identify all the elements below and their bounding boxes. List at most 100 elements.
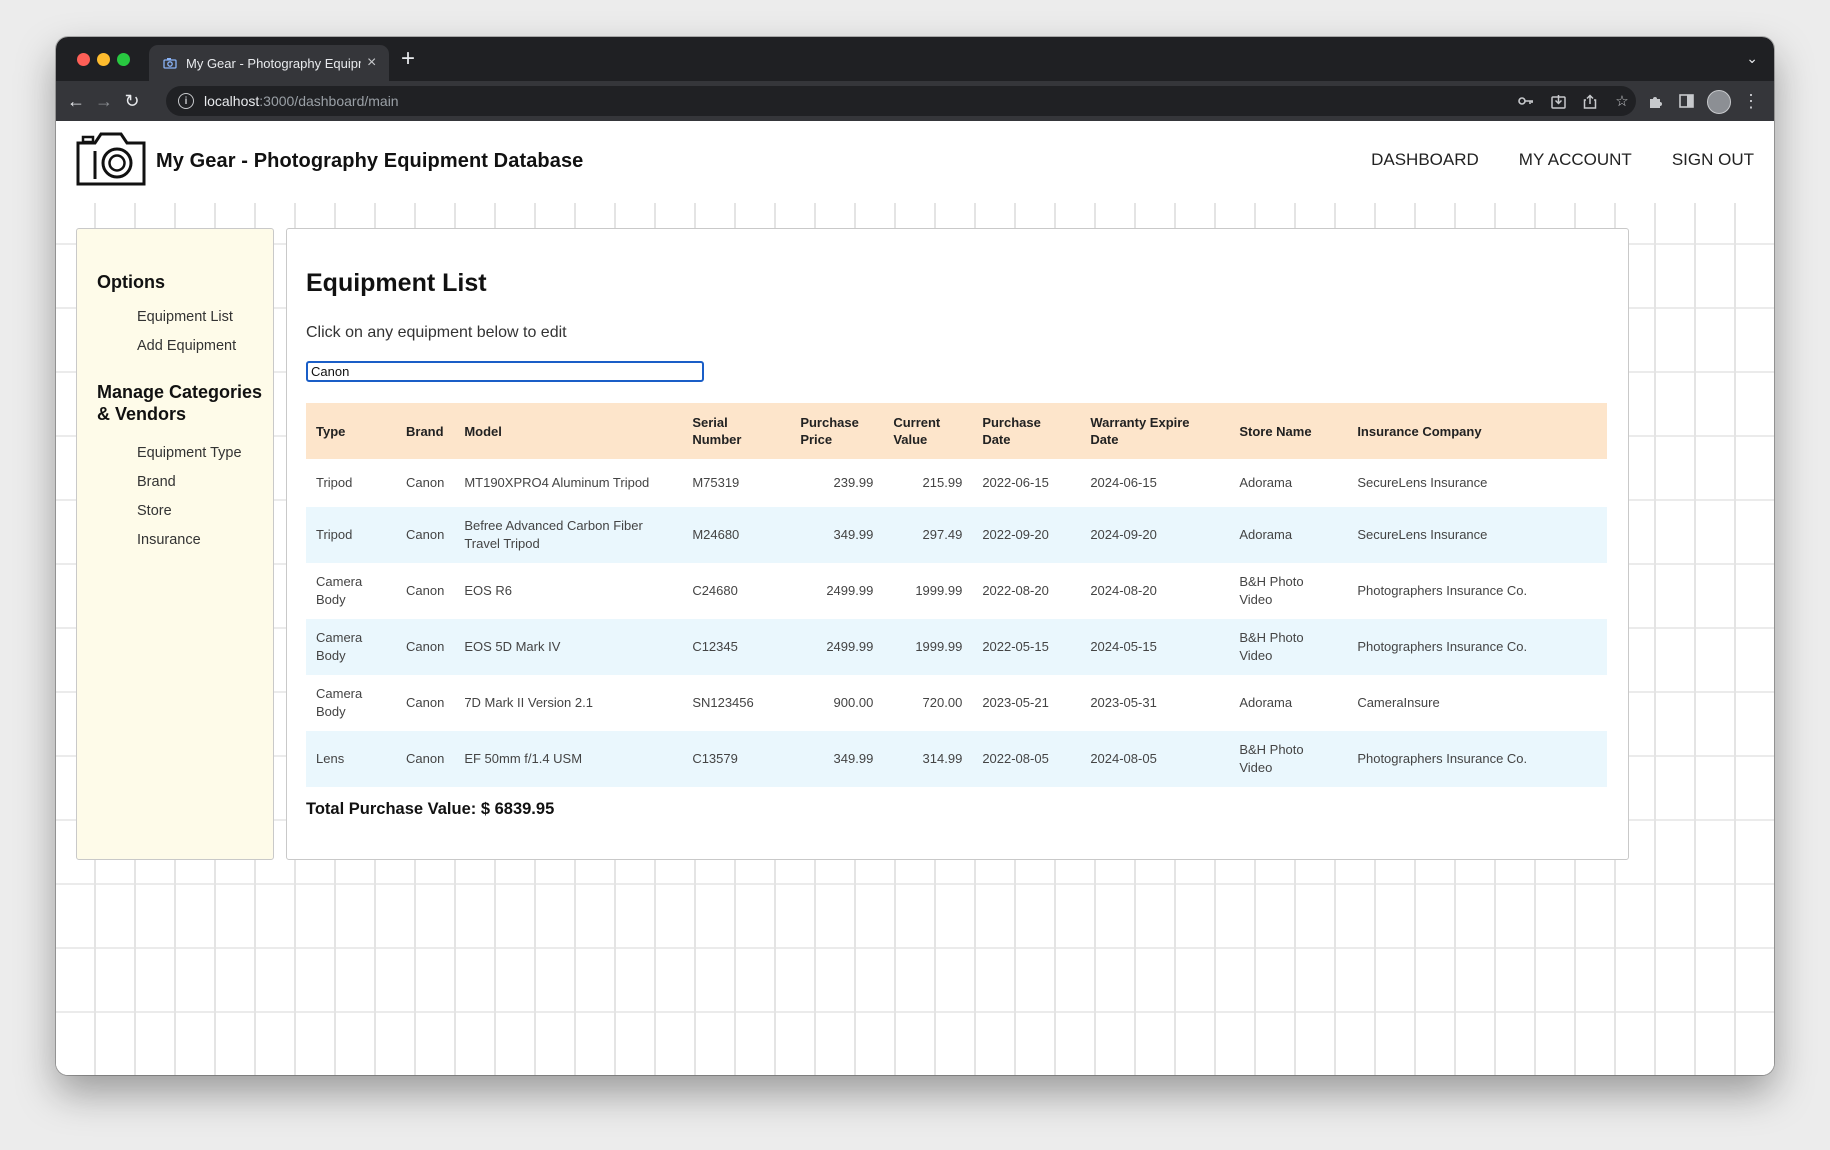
side-panel-icon[interactable]: [1676, 91, 1696, 111]
address-bar[interactable]: i localhost:3000/dashboard/main ☆: [166, 86, 1636, 116]
cell-purchase-price: 2499.99: [826, 583, 874, 598]
site-title: My Gear - Photography Equipment Database: [156, 150, 584, 172]
sidebar-item-brand[interactable]: Brand: [137, 474, 176, 490]
sidebar-item-equipment-list[interactable]: Equipment List: [137, 309, 233, 325]
new-tab-icon[interactable]: +: [401, 45, 415, 73]
sidebar-item-insurance[interactable]: Insurance: [137, 532, 201, 548]
maximize-window-button[interactable]: [117, 53, 130, 66]
cell-insurance: Photographers Insurance Co.: [1357, 639, 1528, 654]
col-purchase-price-header[interactable]: Purchase Price: [790, 403, 883, 459]
cell-model: EF 50mm f/1.4 USM: [464, 751, 583, 766]
cell-current-value: 720.00: [922, 695, 963, 710]
key-icon[interactable]: [1516, 91, 1536, 111]
cell-brand: Canon: [406, 583, 445, 598]
nav-dashboard[interactable]: DASHBOARD: [1371, 150, 1479, 170]
col-model-header[interactable]: Model: [454, 403, 682, 459]
table-row[interactable]: Lens Canon EF 50mm f/1.4 USM C13579 349.99 31…: [306, 731, 1607, 787]
minimize-window-button[interactable]: [97, 53, 110, 66]
options-heading: Options: [97, 272, 165, 292]
reload-icon[interactable]: ↻: [120, 89, 144, 113]
search-input[interactable]: [306, 361, 704, 382]
site-info-icon[interactable]: i: [178, 93, 194, 109]
table-row[interactable]: Camera Body Canon EOS R6 C24680 2499.99 1999.…: [306, 563, 1607, 619]
cell-model: EOS 5D Mark IV: [464, 639, 561, 654]
sidebar: Options Equipment List Add Equipment Man…: [76, 228, 274, 860]
cell-current-value: 215.99: [922, 475, 963, 490]
table-header-row: Type Brand Model Serial Number Purchase …: [306, 403, 1607, 459]
col-purchase-date-header[interactable]: Purchase Date: [972, 403, 1080, 459]
cell-serial: SN123456: [692, 695, 754, 710]
cell-store: B&H Photo Video: [1239, 742, 1304, 775]
camera-logo-icon[interactable]: [75, 129, 147, 187]
back-arrow-icon[interactable]: ←: [64, 89, 88, 113]
cell-purchase-price: 239.99: [833, 475, 874, 490]
cell-serial: C12345: [692, 639, 738, 654]
col-store-header[interactable]: Store Name: [1229, 403, 1347, 459]
nav-my-account[interactable]: MY ACCOUNT: [1519, 150, 1632, 170]
cell-insurance: Photographers Insurance Co.: [1357, 751, 1528, 766]
col-serial-header[interactable]: Serial Number: [682, 403, 790, 459]
cell-insurance: SecureLens Insurance: [1357, 527, 1488, 542]
cell-serial: M24680: [692, 527, 740, 542]
tab-search-chevron-icon[interactable]: ⌄: [1746, 50, 1758, 67]
col-warranty-header[interactable]: Warranty Expire Date: [1080, 403, 1229, 459]
cell-warranty: 2024-08-20: [1090, 583, 1157, 598]
manage-heading-line1: Manage Categories: [97, 382, 263, 402]
close-window-button[interactable]: [77, 53, 90, 66]
cell-model: EOS R6: [464, 583, 512, 598]
browser-menu-icon[interactable]: ⋮: [1741, 91, 1761, 111]
cell-brand: Canon: [406, 695, 445, 710]
cell-current-value: 314.99: [922, 751, 963, 766]
main-panel: Equipment List Click on any equipment be…: [286, 228, 1629, 860]
table-row[interactable]: Camera Body Canon 7D Mark II Version 2.1 SN…: [306, 675, 1607, 731]
cell-brand: Canon: [406, 751, 445, 766]
cell-current-value: 1999.99: [915, 639, 963, 654]
table-row[interactable]: Tripod Canon Befree Advanced Carbon Fiber …: [306, 507, 1607, 563]
col-type-header[interactable]: Type: [306, 403, 396, 459]
cell-insurance: SecureLens Insurance: [1357, 475, 1488, 490]
nav-sign-out[interactable]: SIGN OUT: [1672, 150, 1754, 170]
url-host: localhost: [204, 93, 260, 109]
install-app-icon[interactable]: [1548, 91, 1568, 111]
extensions-puzzle-icon[interactable]: [1645, 91, 1665, 111]
bookmark-star-icon[interactable]: ☆: [1612, 91, 1632, 111]
url-path: :3000/dashboard/main: [259, 93, 399, 109]
share-icon[interactable]: [1580, 91, 1600, 111]
cell-brand: Canon: [406, 475, 445, 490]
col-brand-header[interactable]: Brand: [396, 403, 454, 459]
cell-serial: M75319: [692, 475, 740, 490]
manage-heading-line2: & Vendors: [97, 404, 187, 424]
sidebar-item-equipment-type[interactable]: Equipment Type: [137, 445, 242, 461]
cell-model: Befree Advanced Carbon Fiber Travel Trip…: [464, 518, 643, 551]
sidebar-item-store[interactable]: Store: [137, 503, 172, 519]
cell-purchase-date: 2022-05-15: [982, 639, 1049, 654]
page-title: Equipment List: [306, 269, 487, 297]
cell-purchase-price: 349.99: [833, 751, 874, 766]
camera-favicon-icon: [163, 56, 177, 70]
cell-brand: Canon: [406, 527, 445, 542]
close-tab-icon[interactable]: ×: [367, 55, 376, 71]
cell-purchase-date: 2023-05-21: [982, 695, 1049, 710]
browser-tab[interactable]: My Gear - Photography Equipm ×: [149, 45, 389, 81]
table-row[interactable]: Tripod Canon MT190XPRO4 Aluminum Tripod M75…: [306, 459, 1607, 507]
cell-store: B&H Photo Video: [1239, 574, 1304, 607]
col-insurance-header[interactable]: Insurance Company: [1347, 403, 1607, 459]
col-current-value-header[interactable]: Current Value: [883, 403, 972, 459]
cell-type: Lens: [316, 751, 345, 766]
forward-arrow-icon[interactable]: →: [92, 89, 116, 113]
cell-type: Camera Body: [316, 686, 363, 719]
cell-model: 7D Mark II Version 2.1: [464, 695, 593, 710]
cell-type: Tripod: [316, 475, 353, 490]
cell-store: B&H Photo Video: [1239, 630, 1304, 663]
cell-store: Adorama: [1239, 695, 1293, 710]
url-text: localhost:3000/dashboard/main: [204, 93, 399, 109]
cell-store: Adorama: [1239, 527, 1293, 542]
cell-purchase-date: 2022-09-20: [982, 527, 1049, 542]
sidebar-item-add-equipment[interactable]: Add Equipment: [137, 338, 236, 354]
site-header: My Gear - Photography Equipment Database…: [56, 121, 1774, 203]
cell-current-value: 1999.99: [915, 583, 963, 598]
total-purchase-value: Total Purchase Value: $ 6839.95: [306, 800, 555, 818]
table-row[interactable]: Camera Body Canon EOS 5D Mark IV C12345 2499…: [306, 619, 1607, 675]
profile-avatar-icon[interactable]: [1707, 90, 1731, 114]
cell-purchase-date: 2022-06-15: [982, 475, 1049, 490]
